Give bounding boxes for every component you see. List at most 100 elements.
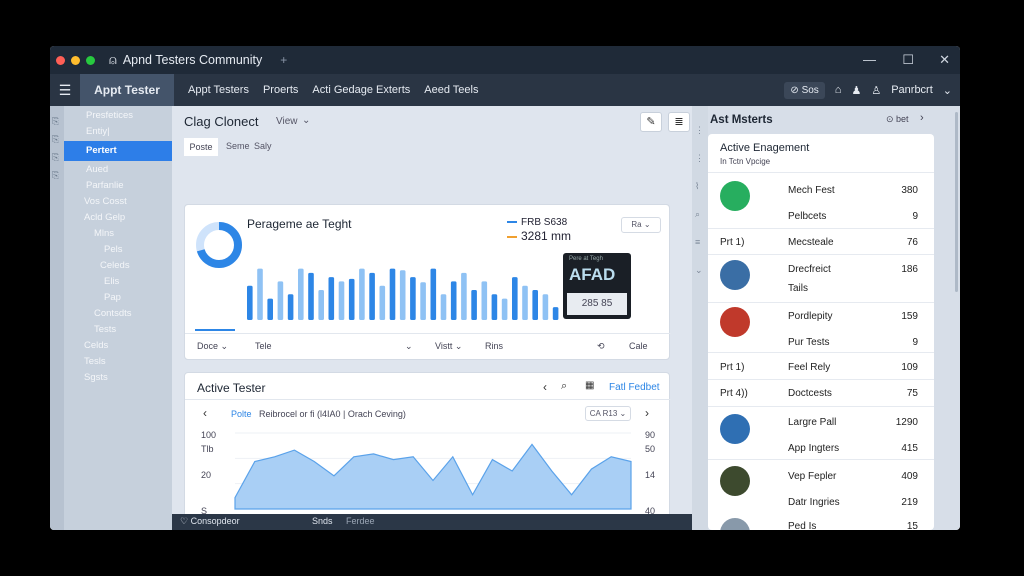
footer-chevron-icon[interactable]: ⌄ bbox=[405, 341, 413, 352]
avatar[interactable] bbox=[720, 260, 750, 290]
footer-vistt-label: Vistt bbox=[435, 341, 453, 351]
legend-swatch-1 bbox=[507, 221, 517, 224]
chevron-right-icon[interactable]: › bbox=[920, 112, 924, 124]
profile-icon[interactable]: ♟ bbox=[851, 84, 861, 97]
window-title: Apnd Testers Community bbox=[122, 53, 263, 67]
inbox-icon[interactable]: ⌂ bbox=[835, 84, 842, 96]
sidebar-item-celds[interactable]: Celds bbox=[84, 340, 108, 351]
view-chevron-icon[interactable]: ⌄ bbox=[302, 115, 310, 126]
sidebar-item-active-label: Pertert bbox=[86, 145, 117, 156]
promo-card[interactable]: Pere at Tegh AFAD 285 85 bbox=[563, 253, 631, 319]
sidebar-item-active[interactable]: Pertert bbox=[64, 141, 172, 161]
bar bbox=[430, 268, 437, 320]
strip-icons[interactable]: ⋮ ⋮ ⌇ ⌕ ≡ ⌄ bbox=[695, 116, 704, 284]
footer-rins[interactable]: Rins bbox=[485, 341, 503, 351]
status-bar: ♡ Consopdeor Snds Ferdee bbox=[172, 514, 692, 530]
bar bbox=[389, 268, 396, 320]
sidebar-item-voscost[interactable]: Vos Cosst bbox=[84, 196, 127, 207]
y-tick-right: 14 bbox=[645, 470, 655, 480]
row-label: Pordlepity bbox=[788, 311, 833, 322]
list-icon[interactable]: ≣ bbox=[668, 112, 690, 132]
bar bbox=[267, 298, 273, 320]
user-name[interactable]: Panrbcrt bbox=[891, 84, 933, 96]
footer-cale[interactable]: Cale bbox=[629, 341, 648, 351]
sidebar-item-aued[interactable]: Aued bbox=[86, 164, 108, 175]
maximize-window-button[interactable]: ☐ bbox=[902, 52, 914, 68]
sidebar-item-preferences[interactable]: Presfetices bbox=[86, 110, 133, 121]
rail-icons[interactable]: ⎘ ⎘ ⎘ ⎘ bbox=[52, 112, 59, 184]
nav-item-projects[interactable]: Proerts bbox=[263, 84, 298, 96]
top-nav: ☰ Appt Tester Appt Testers Proerts Acti … bbox=[50, 74, 960, 106]
row-label: Vep Fepler bbox=[788, 471, 837, 482]
sidebar-item-tesls[interactable]: Tesls bbox=[84, 356, 106, 367]
sidebar-item-pap[interactable]: Pap bbox=[104, 292, 121, 303]
page-title: Clag Clonect bbox=[184, 114, 259, 129]
nav-item-tools[interactable]: Aeed Teels bbox=[424, 84, 478, 96]
tab-poste[interactable]: Poste bbox=[184, 138, 218, 156]
footer-doce[interactable]: Doce ⌄ bbox=[197, 341, 228, 352]
nav-item-engagement[interactable]: Acti Gedage Exterts bbox=[312, 84, 410, 96]
hamburger-menu-icon[interactable]: ☰ bbox=[50, 82, 80, 99]
search-icon[interactable]: ⌕ bbox=[561, 380, 567, 393]
minimize-window-button[interactable]: — bbox=[863, 52, 876, 67]
tab-saly[interactable]: Saly bbox=[254, 141, 272, 151]
prev-arrow-icon[interactable]: ‹ bbox=[203, 406, 207, 420]
period-select[interactable]: Ra ⌄ bbox=[621, 217, 661, 233]
bar bbox=[379, 285, 386, 320]
bar bbox=[461, 272, 467, 320]
status-left: ♡ Consopdeor bbox=[180, 516, 240, 526]
edit-icon[interactable]: ✎ bbox=[640, 112, 662, 132]
close-window-button[interactable]: ✕ bbox=[939, 52, 950, 68]
row-value: 109 bbox=[901, 362, 918, 373]
user-icon[interactable]: ♙ bbox=[871, 84, 881, 97]
sidebar-item-entity[interactable]: Entiy| bbox=[86, 126, 110, 137]
row-label: Mech Fest bbox=[788, 185, 835, 196]
bar bbox=[348, 278, 355, 320]
row-label: Pelbcets bbox=[788, 211, 827, 222]
sidebar-item-elis[interactable]: Elis bbox=[104, 276, 119, 287]
avatar[interactable] bbox=[720, 466, 750, 496]
chevron-left-icon[interactable]: ‹ bbox=[543, 380, 547, 394]
sidebar-item-acld[interactable]: Acld Gelp bbox=[84, 212, 125, 223]
close-dot[interactable] bbox=[56, 55, 65, 65]
bar bbox=[287, 294, 294, 320]
avatar[interactable] bbox=[720, 518, 750, 530]
footer-tele[interactable]: Tele bbox=[255, 341, 272, 351]
legend-label-2: 3281 mm bbox=[521, 229, 572, 243]
tester-sub-link[interactable]: Polte bbox=[231, 409, 252, 419]
row-label: Doctcests bbox=[788, 388, 832, 399]
avatar[interactable] bbox=[720, 307, 750, 337]
sidebar-item-celeds[interactable]: Celeds bbox=[100, 260, 130, 271]
sidebar-item-pels[interactable]: Pels bbox=[104, 244, 122, 255]
footer-vistt[interactable]: Vistt ⌄ bbox=[435, 341, 462, 352]
avatar[interactable] bbox=[720, 181, 750, 211]
scrollbar[interactable] bbox=[955, 112, 958, 292]
maximize-dot[interactable] bbox=[86, 55, 95, 65]
active-tester-title: Active Tester bbox=[197, 381, 266, 395]
bar bbox=[318, 290, 324, 320]
sidebar-item-contsdts[interactable]: Contsdts bbox=[94, 308, 132, 319]
full-feedback-link[interactable]: Fatl Fedbet bbox=[609, 382, 660, 393]
tab-seme[interactable]: Seme bbox=[226, 141, 250, 151]
sidebar-item-sgsts[interactable]: Sgsts bbox=[84, 372, 108, 383]
refresh-icon[interactable]: ⟲ bbox=[597, 341, 605, 352]
grid-icon[interactable]: ▦ bbox=[585, 380, 594, 391]
tester-select[interactable]: CA R13 ⌄ bbox=[585, 406, 631, 421]
next-arrow-icon[interactable]: › bbox=[645, 406, 649, 420]
minimize-dot[interactable] bbox=[71, 55, 80, 65]
row-value: 15 bbox=[906, 521, 918, 530]
sidebar-item-profile[interactable]: Parfanlie bbox=[86, 180, 124, 191]
sidebar-item-tests[interactable]: Tests bbox=[94, 324, 116, 335]
right-panel-toggle[interactable]: ⊙ bet bbox=[886, 114, 909, 125]
bar bbox=[369, 272, 375, 320]
area-series bbox=[234, 443, 632, 510]
avatar[interactable] bbox=[720, 414, 750, 444]
nav-item-testers[interactable]: Appt Testers bbox=[188, 84, 249, 96]
bar bbox=[440, 294, 447, 320]
search-pill[interactable]: ⊘ Sos bbox=[784, 81, 825, 99]
sidebar-item-mlns[interactable]: Mlns bbox=[94, 228, 114, 239]
row-label: Datr Ingries bbox=[788, 497, 840, 508]
view-dropdown[interactable]: View bbox=[276, 116, 298, 127]
new-tab-button[interactable]: + bbox=[280, 53, 287, 67]
chevron-down-icon[interactable]: ⌄ bbox=[943, 84, 952, 97]
